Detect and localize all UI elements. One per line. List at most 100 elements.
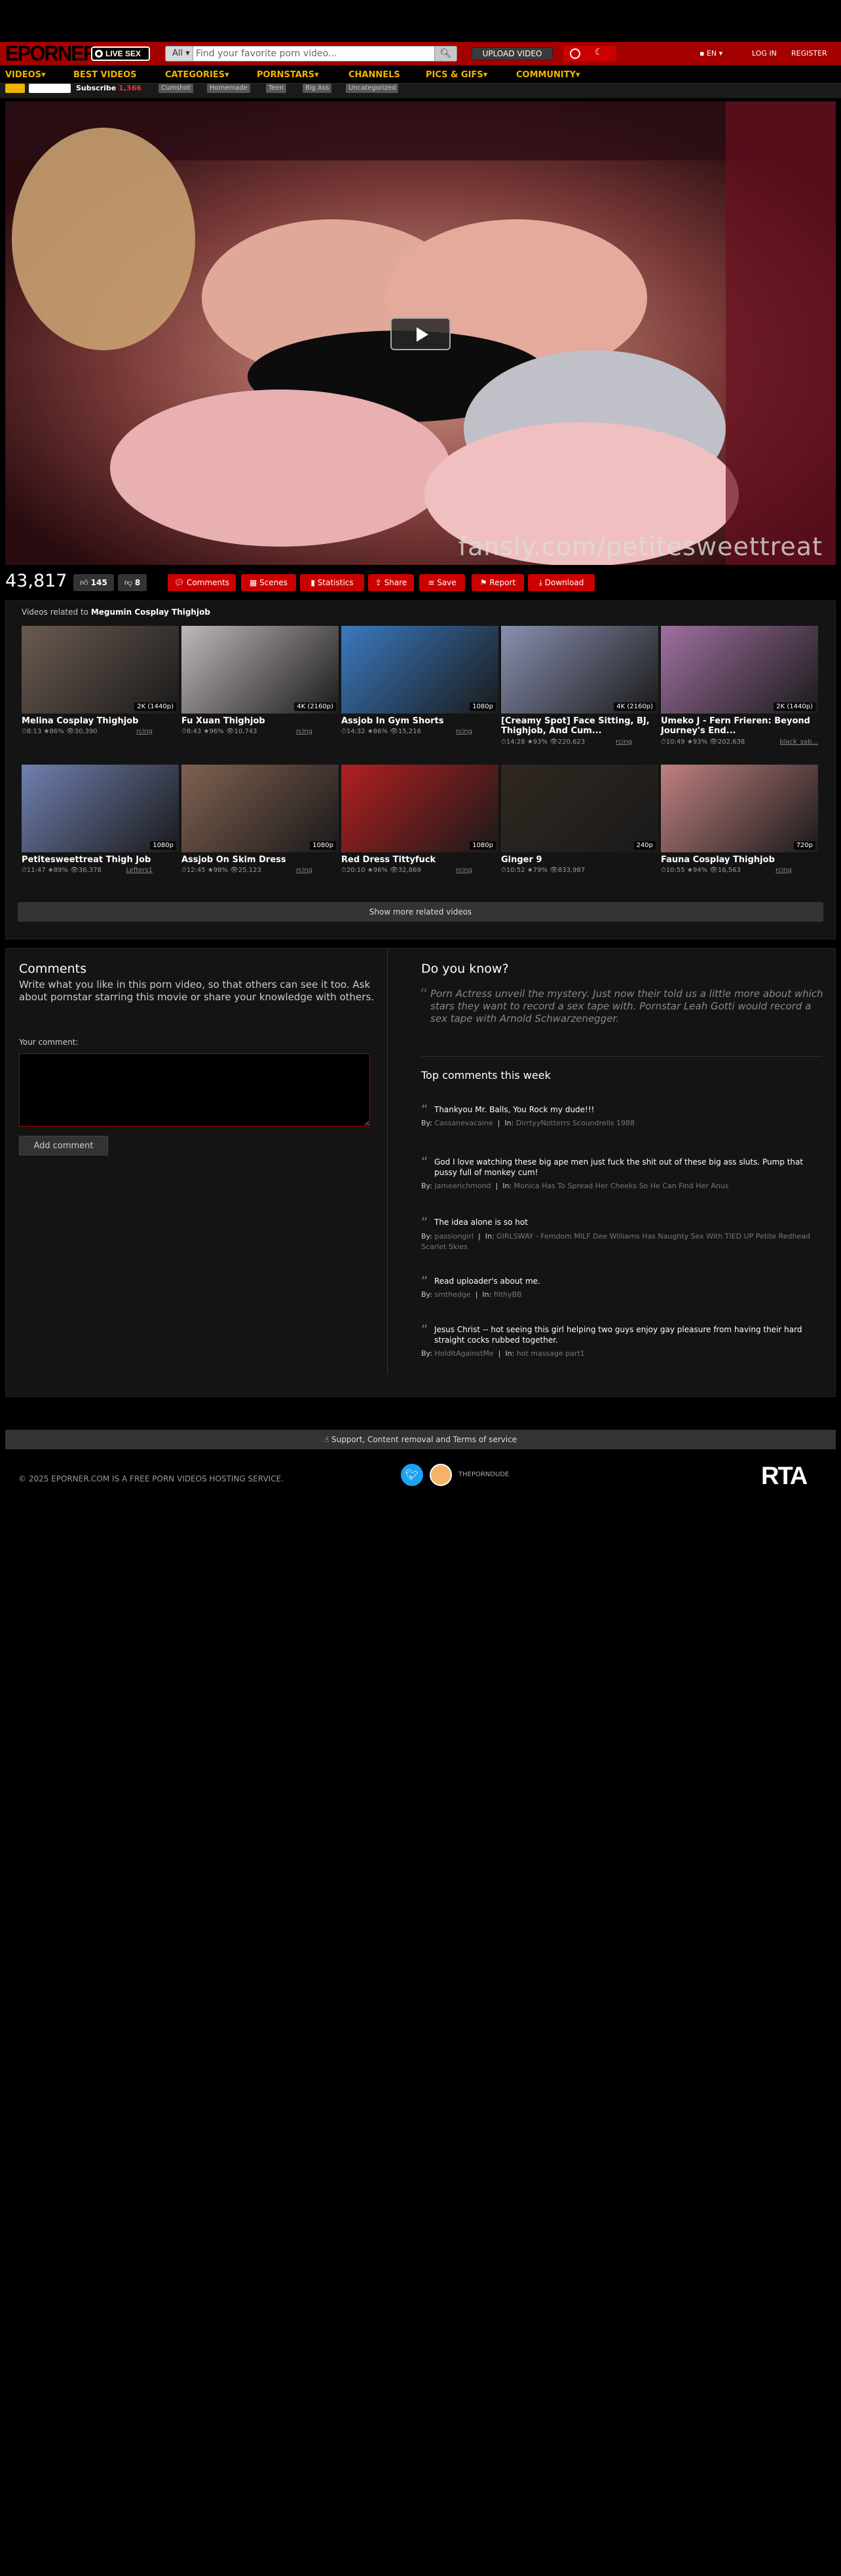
search-input[interactable] <box>196 46 432 61</box>
upload-video-button[interactable]: UPLOAD VIDEO <box>472 47 553 60</box>
uploader-link[interactable]: rcing <box>456 867 472 874</box>
nav-categories[interactable]: CATEGORIES▾ <box>165 70 229 80</box>
porndude-icon[interactable] <box>430 1464 452 1486</box>
comment-video-link[interactable]: filthyBB <box>494 1290 522 1299</box>
video-thumbnail[interactable]: 4K (2160p) <box>501 626 658 714</box>
video-title[interactable]: Ginger 9 <box>501 855 658 865</box>
tag-chip[interactable]: Big Ass <box>303 84 332 93</box>
video-title[interactable]: Fu Xuan Thighjob <box>181 716 339 726</box>
video-thumbnail[interactable]: 1080p <box>22 765 179 852</box>
dislike-button[interactable]: 👎︎ 8 <box>118 574 147 591</box>
video-thumbnail[interactable]: 1080p <box>341 626 498 714</box>
site-logo[interactable]: EPORNER <box>5 43 98 64</box>
comment-video-link[interactable]: Monica Has To Spread Her Cheeks So He Ca… <box>514 1182 729 1190</box>
uploader-avatar[interactable] <box>5 84 25 93</box>
uploader-link[interactable]: rcing <box>776 867 792 874</box>
video-meta: ⏱8:13 ★86% 👁︎30,390 rcing <box>22 728 153 735</box>
video-title[interactable]: Umeko J - Fern Frieren: Beyond Journey's… <box>661 716 818 736</box>
share-button[interactable]: ⇪ Share <box>368 574 414 591</box>
uploader-link[interactable]: rcing <box>296 867 312 874</box>
comment-user-link[interactable]: passiongirl <box>434 1232 474 1241</box>
add-comment-button[interactable]: Add comment <box>19 1136 108 1155</box>
thumbs-down-icon: 👎︎ <box>124 578 132 587</box>
comment-text: Read uploader's about me. <box>434 1277 540 1286</box>
video-player[interactable]: fansly.com/petitesweettreat <box>5 101 836 565</box>
tag-chip[interactable]: Homemade <box>207 84 250 93</box>
twitter-icon[interactable]: 🐦︎ <box>401 1464 423 1486</box>
theme-toggle[interactable]: ☾ <box>563 46 616 62</box>
comment-user-link[interactable]: jameerichmond <box>434 1182 491 1190</box>
uploader-link[interactable]: rcing <box>456 728 472 735</box>
search-category-select[interactable]: All ▾ <box>166 46 193 61</box>
comment-meta: By: Cassanevacaine | In: DirrtyyNotterrs… <box>421 1119 635 1127</box>
comments-button[interactable]: 💬︎ Comments <box>168 574 236 591</box>
login-link[interactable]: LOG IN <box>752 49 777 58</box>
comment-user-link[interactable]: HoldItAgainstMe <box>434 1349 493 1358</box>
comment-video-link[interactable]: hot massage part1 <box>517 1349 585 1358</box>
nav-community[interactable]: COMMUNITY▾ <box>516 70 580 80</box>
comments-section: Comments Write what you like in this por… <box>5 948 836 1397</box>
video-meta: ⏱20:10 ★96% 👁︎32,869 rcing <box>341 867 472 874</box>
video-title[interactable]: Assjob In Gym Shorts <box>341 716 498 726</box>
video-thumbnail[interactable]: 2K (1440p) <box>22 626 179 714</box>
video-thumbnail[interactable]: 1080p <box>341 765 498 852</box>
live-sex-button[interactable]: LIVE SEX <box>91 46 150 61</box>
playlist-add-icon: ≡ <box>428 578 435 587</box>
comment-user-link[interactable]: Cassanevacaine <box>434 1119 493 1127</box>
search-button[interactable]: 🔍︎ <box>434 46 457 61</box>
save-button[interactable]: ≡ Save <box>419 574 465 591</box>
video-thumbnail[interactable]: 240p <box>501 765 658 852</box>
rta-logo[interactable]: RTA <box>761 1462 808 1491</box>
report-icon: ⚑ <box>479 578 487 587</box>
thumbs-up-icon: 👍︎ <box>80 578 88 587</box>
comment-icon: 💬︎ <box>174 578 185 587</box>
uploader-link[interactable]: rcing <box>136 728 153 735</box>
nav-videos[interactable]: VIDEOS▾ <box>5 70 46 80</box>
video-thumbnail[interactable]: 1080p <box>181 765 339 852</box>
comment-textarea[interactable] <box>19 1053 370 1127</box>
video-title[interactable]: Red Dress Tittyfuck <box>341 855 498 865</box>
report-button[interactable]: ⚑ Report <box>472 574 524 591</box>
tag-chip[interactable]: Cumshot <box>159 84 193 93</box>
language-select[interactable]: ▪ EN ▾ <box>700 49 722 58</box>
nav-best-videos[interactable]: BEST VIDEOS <box>73 70 137 80</box>
uploader-link[interactable]: rcing <box>616 738 632 746</box>
video-title[interactable]: Melina Cosplay Thighjob <box>22 716 179 726</box>
porndude-link[interactable]: THEPORNDUDE <box>458 1471 509 1478</box>
quote-icon: “ <box>421 1322 428 1337</box>
comment-meta: By: smthedge | In: filthyBB <box>421 1290 522 1299</box>
search-icon: 🔍︎ <box>439 48 452 59</box>
statistics-button[interactable]: ▮ Statistics <box>300 574 364 591</box>
scenes-button[interactable]: ▦ Scenes <box>241 574 296 591</box>
tag-chip[interactable]: Uncategorized <box>346 84 399 93</box>
video-thumbnail[interactable]: 4K (2160p) <box>181 626 339 714</box>
support-link[interactable]: ☝ Support, Content removal and Terms of … <box>5 1430 836 1449</box>
comment-user-link[interactable]: smthedge <box>434 1290 470 1299</box>
search-category-value: All <box>172 48 183 58</box>
video-title[interactable]: [Creamy Spot] Face Sitting, BJ, Thighjob… <box>501 716 658 736</box>
nav-channels[interactable]: CHANNELS <box>348 70 400 80</box>
uploader-link[interactable]: black_sab... <box>779 738 818 746</box>
like-button[interactable]: 👍︎ 145 <box>73 574 114 591</box>
video-title[interactable]: Fauna Cosplay Thighjob <box>661 855 818 865</box>
video-thumbnail[interactable]: 2K (1440p) <box>661 626 818 714</box>
video-title[interactable]: Petitesweettreat Thigh Job <box>22 855 179 865</box>
nav-pornstars[interactable]: PORNSTARS▾ <box>257 70 319 80</box>
video-thumbnail[interactable]: 720p <box>661 765 818 852</box>
nav-pics-gifs[interactable]: PICS & GIFS▾ <box>426 70 487 80</box>
comment-video-link[interactable]: DirrtyyNotterrs Scoundrells 1988 <box>516 1119 635 1127</box>
scenes-icon: ▦ <box>249 578 257 587</box>
subscribe-button[interactable]: Subscribe 1,366 <box>76 84 141 92</box>
play-button[interactable] <box>390 317 451 350</box>
comment-text: Jesus Christ -- hot seeing this girl hel… <box>434 1325 802 1345</box>
register-link[interactable]: REGISTER <box>791 49 827 58</box>
uploader-link[interactable]: Lefters1 <box>126 867 153 874</box>
download-button[interactable]: ⤓ Download <box>528 574 595 591</box>
video-title[interactable]: Assjob On Skim Dress <box>181 855 339 865</box>
show-more-related-button[interactable]: Show more related videos <box>18 902 823 922</box>
comment-video-link[interactable]: GIRLSWAY - Femdom MILF Dee Williams Has … <box>421 1232 810 1251</box>
tag-chip[interactable]: Teen <box>266 84 287 93</box>
comment-meta: By: HoldItAgainstMe | In: hot massage pa… <box>421 1349 585 1358</box>
share-label: Share <box>384 578 407 587</box>
uploader-link[interactable]: rcing <box>296 728 312 735</box>
